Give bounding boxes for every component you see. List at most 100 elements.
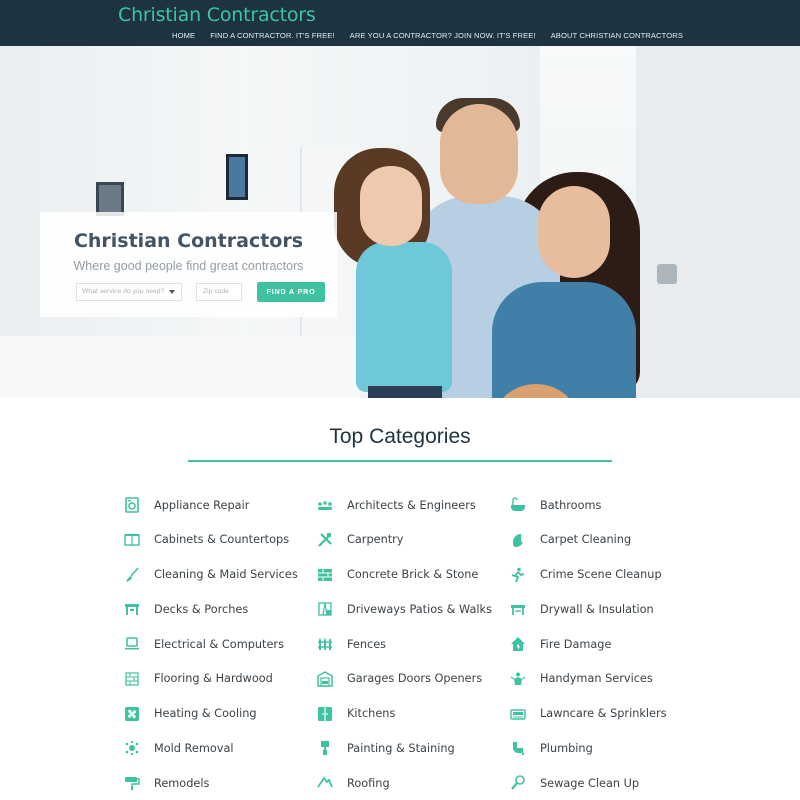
category-label: Garages Doors Openers [347,672,483,686]
kitchen-icon [317,706,333,722]
fire-icon [510,636,526,652]
hero-wall [636,46,800,398]
hero-sofa [0,336,360,398]
main-nav: HOME FIND A CONTRACTOR. IT'S FREE! ARE Y… [172,31,698,40]
category-label: Lawncare & Sprinklers [540,707,667,720]
service-select-placeholder: What service do you need? [82,288,165,295]
section-title: Top Categories [329,425,471,448]
tools-icon [317,532,333,548]
category-label: Drywall & Insulation [540,602,654,616]
category-item[interactable]: Mold Removal [124,738,234,758]
category-item[interactable]: Plumbing [510,738,593,758]
category-item[interactable]: Carpentry [317,530,404,550]
category-label: Remodels [154,776,210,790]
category-label: Architects & Engineers [347,498,476,512]
appliance-icon [124,497,140,513]
category-label: Cleaning & Maid Services [154,568,298,581]
category-label: Carpet Cleaning [540,533,632,547]
family-photo [492,282,636,398]
category-label: Heating & Cooling [154,707,257,720]
roof-icon [317,775,333,791]
family-photo [360,166,422,246]
deck-icon [124,601,140,617]
family-photo [440,104,518,204]
category-item[interactable]: Fire Damage [510,634,611,654]
carpet-icon [510,532,526,548]
find-a-pro-button[interactable]: FIND A PRO [257,282,325,302]
category-item[interactable]: Handyman Services [510,669,653,689]
category-label: Roofing [347,776,390,790]
laptop-icon [124,636,140,652]
mold-icon [124,740,140,756]
nav-about[interactable]: ABOUT CHRISTIAN CONTRACTORS [551,31,683,40]
hero-title: Christian Contractors [73,230,304,252]
architects-icon [317,497,333,513]
category-item[interactable]: Kitchens [317,704,395,724]
service-select[interactable]: What service do you need? [76,283,182,301]
hero-banner: Christian Contractors Where good people … [0,46,800,398]
driveway-icon [317,601,333,617]
plumbing-icon [510,740,526,756]
category-item[interactable]: Lawncare & Sprinklers [510,704,667,724]
category-label: Electrical & Computers [154,637,284,651]
category-item[interactable]: Cabinets & Countertops [124,530,289,550]
handyman-icon [510,671,526,687]
category-item[interactable]: Drywall & Insulation [510,599,654,619]
nav-home[interactable]: HOME [172,31,195,40]
watermark-icon [657,264,677,284]
category-item[interactable]: Concrete Brick & Stone [317,565,478,585]
category-item[interactable]: Sewage Clean Up [510,773,639,793]
category-label: Painting & Staining [347,741,455,755]
search-card: Christian Contractors Where good people … [40,212,337,317]
category-label: Fire Damage [540,637,612,651]
bathtub-icon [510,497,526,513]
category-label: Carpentry [347,533,404,547]
cabinet-icon [124,532,140,548]
paint-icon [317,740,333,756]
category-label: Flooring & Hardwood [154,672,273,686]
crime-scene-icon [510,567,526,583]
nav-join-contractor[interactable]: ARE YOU A CONTRACTOR? JOIN NOW. IT'S FRE… [350,31,536,40]
category-item[interactable]: Crime Scene Cleanup [510,565,662,585]
category-label: Driveways Patios & Walks [347,602,492,616]
category-item[interactable]: Fences [317,634,386,654]
category-label: Concrete Brick & Stone [347,568,479,581]
category-item[interactable]: Architects & Engineers [317,495,476,515]
family-photo [368,386,442,398]
family-photo [538,186,610,278]
category-item[interactable]: Appliance Repair [124,495,249,515]
category-item[interactable]: Bathrooms [510,495,601,515]
category-item[interactable]: Driveways Patios & Walks [317,599,492,619]
site-logo[interactable]: Christian Contractors [118,4,316,26]
caret-down-icon [169,290,175,294]
category-item[interactable]: Roofing [317,773,390,793]
category-item[interactable]: Heating & Cooling [124,704,257,724]
category-label: Bathrooms [540,498,602,512]
zip-code-input[interactable]: Zip code [196,283,242,301]
garage-icon [317,670,333,687]
hero-picture-frame [226,154,248,200]
category-item[interactable]: Flooring & Hardwood [124,669,273,689]
category-item[interactable]: Painting & Staining [317,738,455,758]
category-label: Crime Scene Cleanup [540,568,662,581]
category-item[interactable]: Cleaning & Maid Services [124,565,298,585]
broom-icon [124,566,140,583]
category-item[interactable]: Garages Doors Openers [317,669,482,689]
category-item[interactable]: Remodels [124,773,209,793]
category-label: Plumbing [540,741,593,755]
fan-icon [124,706,140,722]
category-item[interactable]: Decks & Porches [124,599,248,619]
category-label: Handyman Services [540,672,653,686]
site-header: Christian Contractors HOME FIND A CONTRA… [0,0,800,46]
flooring-icon [124,671,140,687]
category-label: Cabinets & Countertops [154,533,290,547]
category-label: Fences [347,637,387,651]
brick-icon [317,567,333,583]
section-divider [188,460,612,462]
nav-find-contractor[interactable]: FIND A CONTRACTOR. IT'S FREE! [210,31,334,40]
category-item[interactable]: Carpet Cleaning [510,530,631,550]
category-item[interactable]: Electrical & Computers [124,634,284,654]
category-label: Mold Removal [154,741,234,755]
category-label: Sewage Clean Up [540,776,640,790]
drywall-icon [510,601,526,617]
